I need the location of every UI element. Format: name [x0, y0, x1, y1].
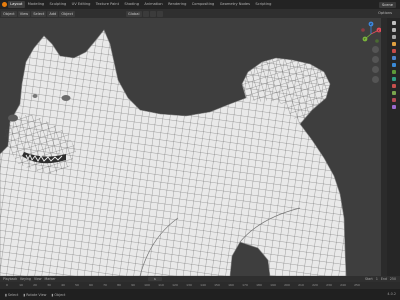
status-rotate: Rotate View	[26, 292, 47, 297]
status-bar: ▮ Select ▮ Rotate View ▮ Object 4.0.2	[0, 289, 400, 300]
scene-icon[interactable]	[391, 42, 396, 46]
object-icon[interactable]	[391, 56, 396, 60]
ruler-tick: 50	[75, 283, 79, 287]
particles-icon[interactable]	[391, 70, 396, 74]
modifier-icon[interactable]	[391, 63, 396, 67]
mouse-left-icon: ▮	[5, 292, 7, 297]
mouse-middle-icon: ▮	[23, 292, 26, 297]
ruler-tick: 150	[214, 283, 220, 287]
ruler-tick: 130	[186, 283, 192, 287]
ruler-tick: 230	[326, 283, 332, 287]
ruler-tick: 180	[256, 283, 262, 287]
output-icon[interactable]	[391, 35, 396, 39]
ruler-tick: 200	[284, 283, 290, 287]
ruler-tick: 240	[340, 283, 346, 287]
proportional-edit-icon[interactable]	[156, 10, 163, 17]
ruler-tick: 0	[6, 283, 8, 287]
top-bar: Layout Modeling Sculpting UV Editing Texture…	[0, 0, 400, 9]
ruler-tick: 190	[270, 283, 276, 287]
select-menu[interactable]: Select	[31, 10, 47, 17]
ruler-tick: 30	[47, 283, 51, 287]
ruler-tick: 140	[200, 283, 206, 287]
tab-geometry-nodes[interactable]: Geometry Nodes	[218, 1, 253, 8]
start-field[interactable]: 1	[376, 277, 378, 281]
object-menu[interactable]: Object	[59, 10, 76, 17]
orientation-dropdown[interactable]: Global	[126, 10, 142, 17]
camera-icon[interactable]	[372, 66, 379, 73]
mouse-right-icon: ▮	[51, 292, 54, 297]
options-dropdown[interactable]: Options	[378, 11, 392, 15]
ruler-tick: 90	[131, 283, 135, 287]
timeline: Playback Keying View Marker 1 Start 1 En…	[0, 276, 400, 289]
ruler-tick: 220	[312, 283, 318, 287]
nose-mesh	[8, 114, 18, 122]
ruler-tick: 60	[89, 283, 93, 287]
tab-scripting[interactable]: Scripting	[253, 1, 273, 8]
eye-mesh	[61, 95, 71, 101]
viewport-header: Object View Select Add Object Global Opt…	[0, 9, 400, 18]
workspace-tabs: Layout Modeling Sculpting UV Editing Texture…	[8, 1, 275, 8]
material-icon[interactable]	[391, 98, 396, 102]
ruler-tick: 80	[117, 283, 121, 287]
timeline-view-menu[interactable]: View	[34, 277, 42, 281]
start-label: Start	[365, 277, 373, 281]
grid-icon[interactable]	[372, 76, 379, 83]
tab-modeling[interactable]: Modeling	[26, 1, 47, 8]
tab-shading[interactable]: Shading	[122, 1, 141, 8]
ruler-tick: 250	[354, 283, 360, 287]
keying-menu[interactable]: Keying	[20, 277, 31, 281]
svg-text:Z: Z	[370, 22, 372, 26]
scene-label[interactable]: Scene	[379, 1, 396, 8]
tab-animation[interactable]: Animation	[142, 1, 165, 8]
dog-mesh	[0, 29, 347, 276]
ruler-tick: 100	[144, 283, 150, 287]
ruler-tick: 40	[61, 283, 65, 287]
tab-compositing[interactable]: Compositing	[190, 1, 217, 8]
end-field[interactable]: 250	[390, 277, 396, 281]
ruler-tick: 120	[172, 283, 178, 287]
end-label: End	[380, 277, 387, 281]
add-menu[interactable]: Add	[47, 10, 59, 17]
properties-editor-tabs	[387, 18, 400, 276]
frame-ruler[interactable]: 0 10 20 30 40 50 60 70 80 90 100 110 120 130 140 150 160…	[0, 282, 400, 289]
ruler-tick: 160	[228, 283, 234, 287]
mode-dropdown[interactable]: Object	[1, 10, 17, 17]
version-label: 4.0.2	[387, 292, 396, 296]
3d-viewport[interactable]	[0, 18, 381, 276]
tab-layout[interactable]: Layout	[8, 1, 25, 8]
blender-logo-icon[interactable]	[0, 0, 8, 9]
tool-icon[interactable]	[391, 21, 396, 25]
current-frame-field[interactable]: 1	[148, 277, 162, 281]
ruler-tick: 70	[103, 283, 107, 287]
eye-far-mesh	[32, 94, 38, 98]
ruler-tick: 10	[19, 283, 23, 287]
physics-icon[interactable]	[391, 77, 396, 81]
snap-icon[interactable]	[149, 10, 156, 17]
tab-uv-editing[interactable]: UV Editing	[69, 1, 92, 8]
pan-hand-icon[interactable]	[372, 56, 379, 63]
playback-menu[interactable]: Playback	[3, 277, 17, 281]
world-icon[interactable]	[391, 49, 396, 53]
svg-text:Y: Y	[364, 37, 366, 41]
status-select: Select	[7, 292, 19, 297]
texture-icon[interactable]	[391, 105, 396, 109]
tab-rendering[interactable]: Rendering	[166, 1, 189, 8]
zoom-icon[interactable]	[372, 46, 379, 53]
tab-texture-paint[interactable]: Texture Paint	[94, 1, 122, 8]
scene-selector[interactable]: Scene	[379, 1, 396, 8]
constraints-icon[interactable]	[391, 84, 396, 88]
data-icon[interactable]	[391, 91, 396, 95]
pivot-icon[interactable]	[142, 10, 149, 17]
ruler-tick: 210	[298, 283, 304, 287]
tab-sculpting[interactable]: Sculpting	[47, 1, 68, 8]
ruler-tick: 170	[242, 283, 248, 287]
ruler-tick: 20	[33, 283, 37, 287]
marker-menu[interactable]: Marker	[45, 277, 56, 281]
svg-text:X: X	[378, 28, 380, 32]
view-menu[interactable]: View	[17, 10, 31, 17]
viewport-nav-buttons	[372, 46, 381, 83]
ruler-tick: 110	[158, 283, 164, 287]
render-icon[interactable]	[391, 28, 396, 32]
status-object: Object	[54, 292, 66, 297]
